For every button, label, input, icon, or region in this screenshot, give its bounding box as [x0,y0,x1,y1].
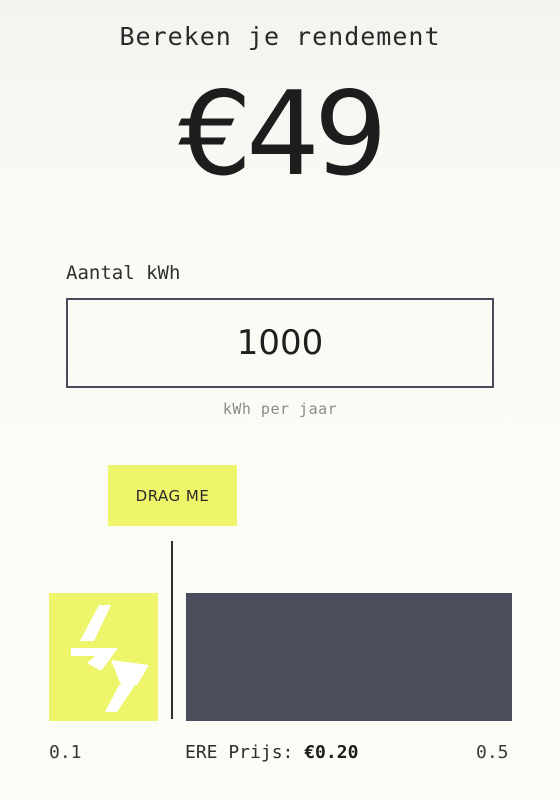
bolt-tile [49,593,158,721]
slider-max-label: 0.5 [476,742,509,763]
slider-track-fill[interactable] [186,593,512,721]
kwh-label: Aantal kWh [66,262,181,284]
lightning-bolt-icon [71,605,149,712]
page-title: Bereken je rendement [119,22,441,51]
price-readout: ERE Prijs: €0.20 [185,742,358,763]
price-label: ERE Prijs: [185,742,294,763]
slider-min-label: 0.1 [49,742,82,763]
price-value: €0.20 [304,742,359,763]
yield-amount: €49 [178,67,387,202]
slider-drag-handle[interactable]: DRAG ME [108,465,237,526]
slider-indicator-line[interactable] [171,541,173,719]
kwh-unit-caption: kWh per jaar [222,400,338,418]
kwh-input[interactable] [66,298,494,388]
